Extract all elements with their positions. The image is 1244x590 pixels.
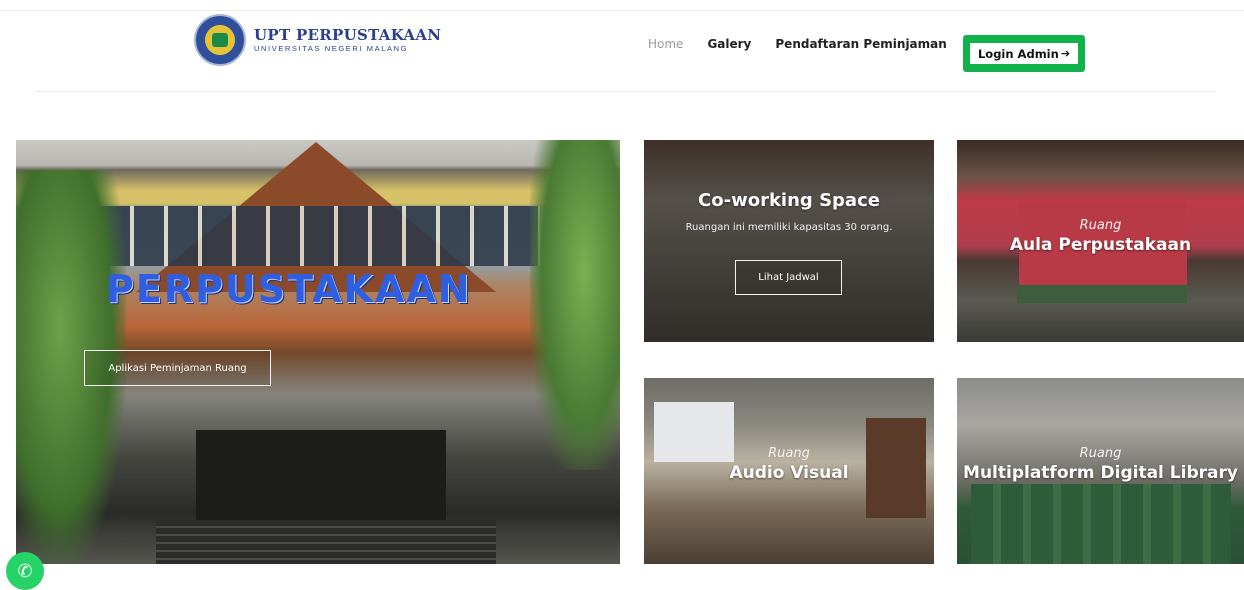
- card-label: Ruang: [1079, 446, 1122, 461]
- card-title: Multiplatform Digital Library: [963, 463, 1238, 483]
- brand-text: UPT PERPUSTAKAAN UNIVERSITAS NEGERI MALA…: [254, 25, 442, 54]
- entrance-steps: [156, 520, 496, 564]
- nav-pendaftaran-peminjaman[interactable]: Pendaftaran Peminjaman: [775, 37, 946, 51]
- login-admin-label: Login Admin: [977, 46, 1059, 61]
- nav-home[interactable]: Home: [648, 37, 683, 51]
- tree-right: [530, 140, 620, 470]
- card-overlay: Ruang Aula Perpustakaan: [957, 218, 1244, 256]
- card-title: Audio Visual: [729, 463, 849, 483]
- card-title: Aula Perpustakaan: [1009, 235, 1192, 255]
- unm-seal-icon: [194, 14, 246, 66]
- room-booking-app-button[interactable]: Aplikasi Peminjaman Ruang: [84, 350, 271, 386]
- brand-title: UPT PERPUSTAKAAN: [254, 25, 442, 44]
- stage-table: [1017, 285, 1187, 303]
- building-windows: [100, 206, 540, 266]
- room-card-audio-visual[interactable]: Ruang Audio Visual: [644, 378, 934, 564]
- card-overlay: Co-working Space Ruangan ini memiliki ka…: [644, 190, 934, 233]
- login-admin-button[interactable]: Login Admin ➔: [963, 35, 1085, 72]
- main-nav: Home Galery Pendaftaran Peminjaman: [648, 37, 971, 51]
- card-label: Ruang: [768, 446, 810, 461]
- card-overlay: Ruang Multiplatform Digital Library: [957, 446, 1244, 484]
- room-card-coworking[interactable]: Co-working Space Ruangan ini memiliki ka…: [644, 140, 934, 342]
- room-card-digital-library[interactable]: Ruang Multiplatform Digital Library: [957, 378, 1244, 564]
- card-description: Ruangan ini memiliki kapasitas 30 orang.: [685, 222, 893, 233]
- building-sign: PERPUSTAKAAN: [106, 267, 472, 311]
- hero-image: PERPUSTAKAAN Aplikasi Peminjaman Ruang: [16, 140, 620, 564]
- top-border: [0, 10, 1244, 11]
- sign-in-icon: ➔: [1060, 47, 1071, 60]
- brand-subtitle: UNIVERSITAS NEGERI MALANG: [254, 43, 409, 53]
- whatsapp-icon[interactable]: ✆: [6, 552, 44, 590]
- view-schedule-button[interactable]: Lihat Jadwal: [735, 260, 842, 295]
- header-divider: [36, 91, 1216, 92]
- login-admin-inner: Login Admin ➔: [970, 43, 1078, 64]
- card-overlay: Ruang Audio Visual: [644, 446, 934, 484]
- nav-galery[interactable]: Galery: [707, 37, 751, 51]
- site-logo[interactable]: UPT PERPUSTAKAAN UNIVERSITAS NEGERI MALA…: [194, 14, 441, 66]
- card-title: Co-working Space: [698, 190, 880, 211]
- card-label: Ruang: [1079, 218, 1122, 233]
- room-card-aula[interactable]: Ruang Aula Perpustakaan: [957, 140, 1244, 342]
- group-photo: [971, 484, 1231, 564]
